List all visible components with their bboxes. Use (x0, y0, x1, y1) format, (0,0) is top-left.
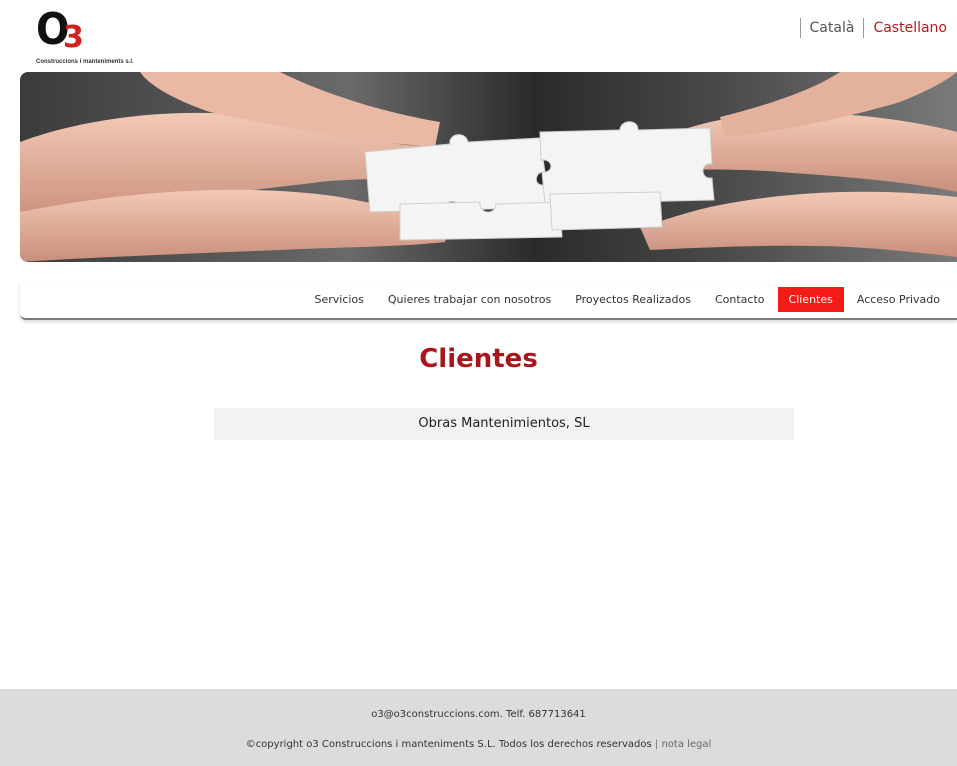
client-list-item: Obras Mantenimientos, SL (214, 408, 794, 440)
puzzle-hands-image (20, 72, 957, 262)
footer-copyright-line: ©copyright o3 Construccions i mantenimen… (0, 739, 957, 750)
language-switcher: Català Castellano (799, 18, 947, 38)
footer-copyright: ©copyright o3 Construccions i mantenimen… (245, 739, 652, 750)
main-nav: Servicios Quieres trabajar con nosotros … (20, 282, 957, 320)
logo-mark-sub: 3 (63, 20, 84, 55)
nav-item-acceso-privado[interactable]: Acceso Privado (846, 287, 951, 312)
footer-separator: | (654, 739, 659, 750)
hero-banner (20, 72, 957, 262)
nav-item-contacto[interactable]: Contacto (704, 287, 776, 312)
nav-item-servicios[interactable]: Servicios (303, 287, 374, 312)
company-logo[interactable]: O 3 Construccions i manteniments s.l. (36, 8, 166, 68)
nav-item-proyectos[interactable]: Proyectos Realizados (564, 287, 702, 312)
footer: o3@o3construccions.com. Telf. 687713641 … (0, 689, 957, 766)
lang-castellano-link[interactable]: Castellano (863, 18, 947, 38)
logo-tagline: Construccions i manteniments s.l. (36, 59, 134, 65)
nav-item-trabajar[interactable]: Quieres trabajar con nosotros (377, 287, 562, 312)
footer-contact: o3@o3construccions.com. Telf. 687713641 (371, 709, 586, 720)
lang-catala-link[interactable]: Català (799, 18, 864, 38)
nav-item-clientes[interactable]: Clientes (777, 287, 844, 312)
legal-notice-link[interactable]: nota legal (661, 739, 711, 750)
page-title: Clientes (419, 344, 538, 374)
